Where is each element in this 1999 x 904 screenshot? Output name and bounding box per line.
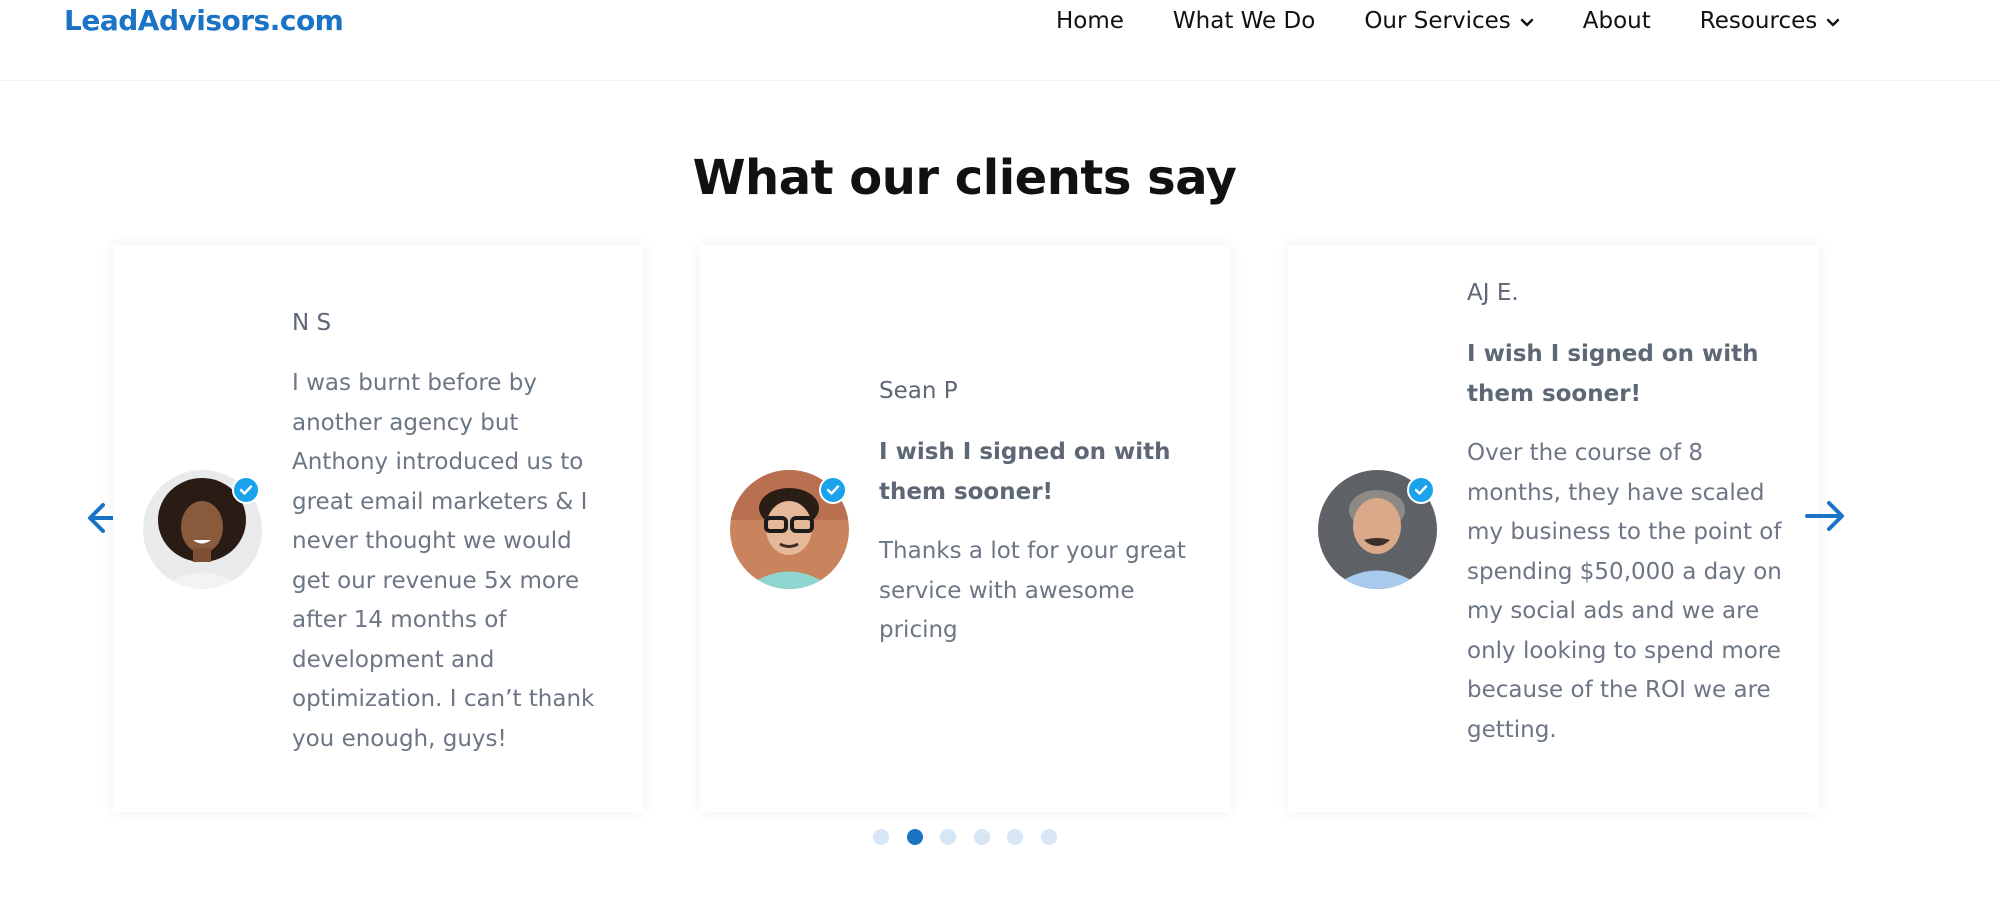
nav-our-services-label: Our Services [1364,8,1511,34]
carousel-dot-4[interactable] [973,829,990,845]
testimonial-quote: Thanks a lot for your great service with… [879,538,1186,643]
verified-badge-icon [232,476,260,504]
section-title: What our clients say [692,150,1237,206]
avatar [143,470,262,589]
avatar [1318,470,1437,589]
carousel-next-button[interactable] [1803,498,1847,534]
testimonial-card: Sean P I wish I signed on with them soon… [700,245,1230,812]
testimonial-body: Sean P I wish I signed on with them soon… [879,376,1201,651]
chevron-down-icon [1826,8,1840,34]
carousel-pagination [873,829,1074,845]
nav-our-services[interactable]: Our Services [1364,8,1533,34]
carousel-dot-3[interactable] [940,829,956,845]
nav-what-we-do-label: What We Do [1172,8,1316,34]
nav-about-label: About [1582,8,1651,34]
testimonial-quote: Over the course of 8 months, they have s… [1467,440,1782,743]
avatar [730,470,849,589]
site-logo[interactable]: LeadAdvisors.com [64,4,344,37]
chevron-down-icon [1520,8,1534,34]
nav-resources-label: Resources [1699,8,1818,34]
testimonial-quote: I was burnt before by another agency but… [292,370,595,752]
carousel-dot-2[interactable] [906,829,923,845]
testimonial-name: N S [292,310,332,336]
carousel-dot-5[interactable] [1007,829,1023,845]
testimonial-card: AJ E. I wish I signed on with them soone… [1288,245,1818,812]
nav-what-we-do[interactable]: What We Do [1173,8,1315,34]
arrow-right-icon [1805,501,1844,531]
verified-badge-icon [819,476,847,504]
carousel-dot-1[interactable] [873,829,889,845]
testimonial-body: N S I was burnt before by another agency… [292,308,614,759]
testimonial-body: AJ E. I wish I signed on with them soone… [1467,278,1789,750]
nav-home-label: Home [1056,8,1124,34]
testimonial-name: AJ E. [1467,280,1519,306]
testimonial-headline: I wish I signed on with them sooner! [1467,341,1759,407]
verified-badge-icon [1407,476,1435,504]
testimonial-name: Sean P [879,378,958,404]
carousel-dot-6[interactable] [1040,829,1057,845]
main-nav: Home What We Do Our Services About Resou… [1056,8,1840,34]
nav-resources[interactable]: Resources [1700,8,1840,34]
site-header: LeadAdvisors.com Home What We Do Our Ser… [0,0,1999,81]
testimonial-headline: I wish I signed on with them sooner! [879,439,1171,505]
nav-home[interactable]: Home [1056,8,1124,34]
nav-about[interactable]: About [1583,8,1651,34]
testimonial-card: N S I was burnt before by another agency… [113,245,643,812]
